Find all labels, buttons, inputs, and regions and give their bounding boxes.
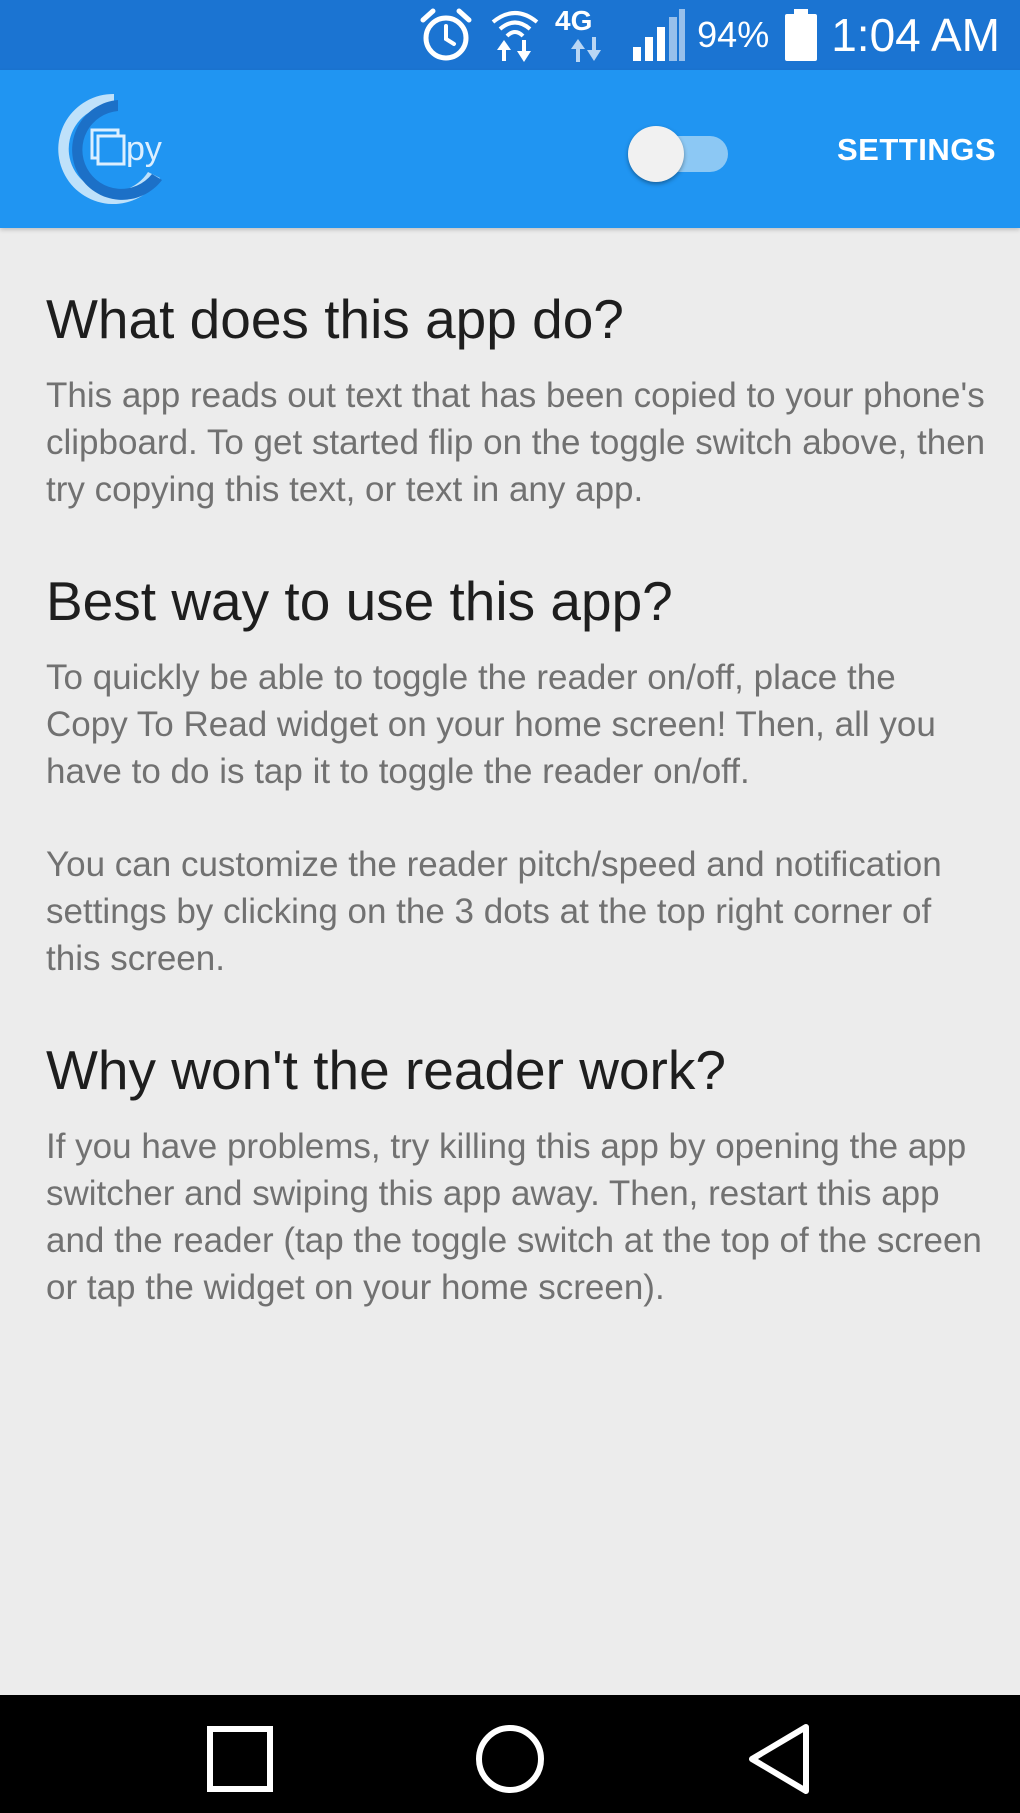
- battery-icon: [783, 7, 819, 63]
- section-paragraph: If you have problems, try killing this a…: [46, 1127, 982, 1307]
- navigation-bar: [0, 1695, 1020, 1813]
- help-content: What does this app do? This app reads ou…: [46, 228, 986, 1311]
- section-paragraph: To quickly be able to toggle the reader …: [46, 658, 936, 791]
- reader-toggle-switch[interactable]: [628, 126, 732, 182]
- home-icon[interactable]: [470, 1719, 550, 1799]
- section-paragraph: This app reads out text that has been co…: [46, 376, 986, 509]
- signal-icon: [631, 7, 687, 63]
- wifi-icon: [489, 6, 541, 64]
- section-title: Best way to use this app?: [46, 570, 673, 632]
- back-icon[interactable]: [740, 1719, 820, 1799]
- svg-text:4G: 4G: [555, 5, 592, 36]
- app-logo: py: [52, 90, 172, 208]
- section-title: What does this app do?: [46, 288, 624, 350]
- status-bar: 4G 94% 1:04 AM: [0, 0, 1020, 70]
- app-bar: py SETTINGS: [0, 70, 1020, 228]
- 4g-data-icon: 4G: [555, 5, 617, 65]
- alarm-icon: [417, 6, 475, 64]
- battery-percent: 94%: [697, 14, 770, 55]
- recent-apps-icon[interactable]: [200, 1719, 280, 1799]
- clock: 1:04 AM: [831, 9, 1000, 61]
- logo-text: py: [126, 130, 162, 168]
- settings-button[interactable]: SETTINGS: [837, 132, 996, 168]
- toggle-thumb: [628, 126, 684, 182]
- section-paragraph: You can customize the reader pitch/speed…: [46, 845, 942, 978]
- section-title: Why won't the reader work?: [46, 1039, 726, 1101]
